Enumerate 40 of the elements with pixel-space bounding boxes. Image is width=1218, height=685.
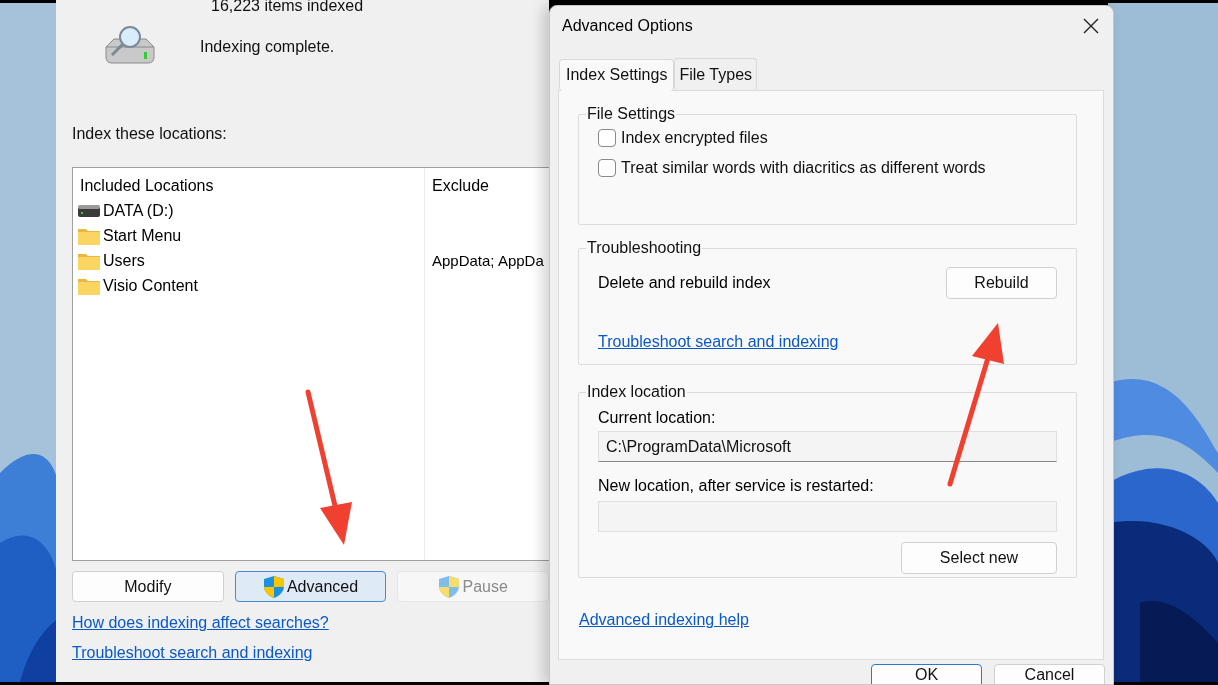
current-location-field[interactable]: C:\ProgramData\Microsoft [598,431,1057,462]
location-row[interactable]: Start Menu [73,223,182,248]
checkbox-option[interactable]: Treat similar words with diacritics as different words [598,159,986,177]
rebuild-description: Delete and rebuild index [598,274,771,292]
rebuild-button[interactable]: Rebuild [946,267,1057,299]
column-header[interactable]: Exclude [425,173,489,198]
new-location-field[interactable] [598,501,1057,532]
action-button[interactable]: Advanced [234,571,387,602]
checkbox[interactable] [598,129,616,147]
group-title: Index location [586,383,687,401]
exclude-cell-text: AppData; AppDa [431,251,544,271]
folder-icon [78,251,100,270]
status-message: Indexing complete. [200,38,335,56]
action-button[interactable]: Modify [72,571,224,602]
checkbox[interactable] [598,159,616,177]
checkbox-option[interactable]: Index encrypted files [598,129,768,147]
dialog-title: Advanced Options [562,17,693,35]
select-new-button[interactable]: Select new [901,542,1057,574]
tab[interactable]: Index Settings [559,59,675,91]
help-link[interactable]: Advanced indexing help [579,611,749,629]
location-row[interactable]: Users [73,248,145,273]
folder-icon [78,226,100,245]
dialog-button[interactable]: OK [871,664,982,684]
folder-icon [78,276,100,295]
drive-icon [78,203,100,218]
troubleshoot-link[interactable]: Troubleshoot search and indexing [598,333,839,351]
dialog-button[interactable]: Cancel [994,664,1105,684]
field-label: Current location: [598,409,716,427]
column-header[interactable]: Included Locations [73,173,214,198]
help-link[interactable]: How does indexing affect searches? [72,614,329,632]
group-title: Troubleshooting [586,239,703,257]
locations-label: Index these locations: [72,125,228,143]
location-row[interactable]: Visio Content [73,273,198,298]
items-indexed-text: 16,223 items indexed [211,0,364,14]
field-label: New location, after service is restarted: [598,477,874,495]
tab[interactable]: File Types [674,58,758,90]
close-icon[interactable] [1083,18,1099,34]
group-title: File Settings [586,105,677,123]
location-row[interactable]: DATA (D:) [73,198,174,223]
help-link[interactable]: Troubleshoot search and indexing [72,644,313,662]
